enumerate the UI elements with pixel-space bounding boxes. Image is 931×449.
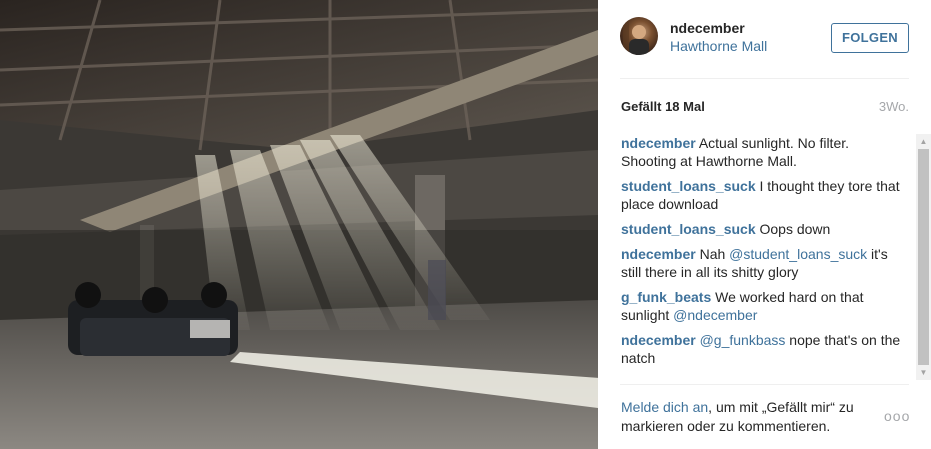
comment-mention[interactable]: @ndecember [673, 307, 757, 323]
scrollbar-thumb[interactable] [918, 149, 929, 365]
comment-text: Oops down [755, 221, 831, 237]
post-location[interactable]: Hawthorne Mall [670, 38, 767, 54]
post-time[interactable]: 3Wo. [879, 99, 909, 114]
comment-author[interactable]: ndecember [621, 135, 696, 151]
comments-scrollbar[interactable]: ▲ ▼ [916, 134, 931, 380]
comment-mention[interactable]: @g_funkbass [700, 332, 786, 348]
comment: ndecember Nah @student_loans_suck it's s… [621, 245, 906, 281]
scroll-down-icon[interactable]: ▼ [916, 365, 931, 380]
comment-author[interactable]: student_loans_suck [621, 221, 756, 237]
login-link[interactable]: Melde dich an [621, 399, 708, 415]
comment-author[interactable]: student_loans_suck [621, 178, 756, 194]
comments-list: ndecember Actual sunlight. No filter. Sh… [621, 134, 906, 380]
comment-author[interactable]: ndecember [621, 246, 696, 262]
follow-button[interactable]: FOLGEN [831, 23, 909, 53]
scroll-up-icon[interactable]: ▲ [916, 134, 931, 149]
comment-author[interactable]: ndecember [621, 332, 696, 348]
comment-mention[interactable]: @student_loans_suck [729, 246, 867, 262]
comment: g_funk_beats We worked hard on that sunl… [621, 288, 906, 324]
more-options-icon[interactable]: ooo [884, 408, 910, 424]
divider [620, 78, 909, 79]
comment: student_loans_suck I thought they tore t… [621, 177, 906, 213]
post-photo[interactable] [0, 0, 598, 449]
likes-count[interactable]: Gefällt 18 Mal [621, 99, 705, 114]
comment-text: Nah [695, 246, 730, 262]
comment-author[interactable]: g_funk_beats [621, 289, 711, 305]
divider [620, 384, 909, 385]
comment: student_loans_suck Oops down [621, 220, 906, 238]
comment: ndecember @g_funkbass nope that's on the… [621, 331, 906, 367]
avatar[interactable] [620, 17, 658, 55]
post-username[interactable]: ndecember [670, 20, 745, 36]
avatar-image [623, 21, 649, 55]
mall-interior-image [0, 0, 598, 449]
login-prompt: Melde dich an, um mit „Gefällt mir“ zu m… [621, 398, 881, 436]
post-header: ndecember Hawthorne Mall FOLGEN [620, 17, 909, 61]
comment: ndecember Actual sunlight. No filter. Sh… [621, 134, 906, 170]
